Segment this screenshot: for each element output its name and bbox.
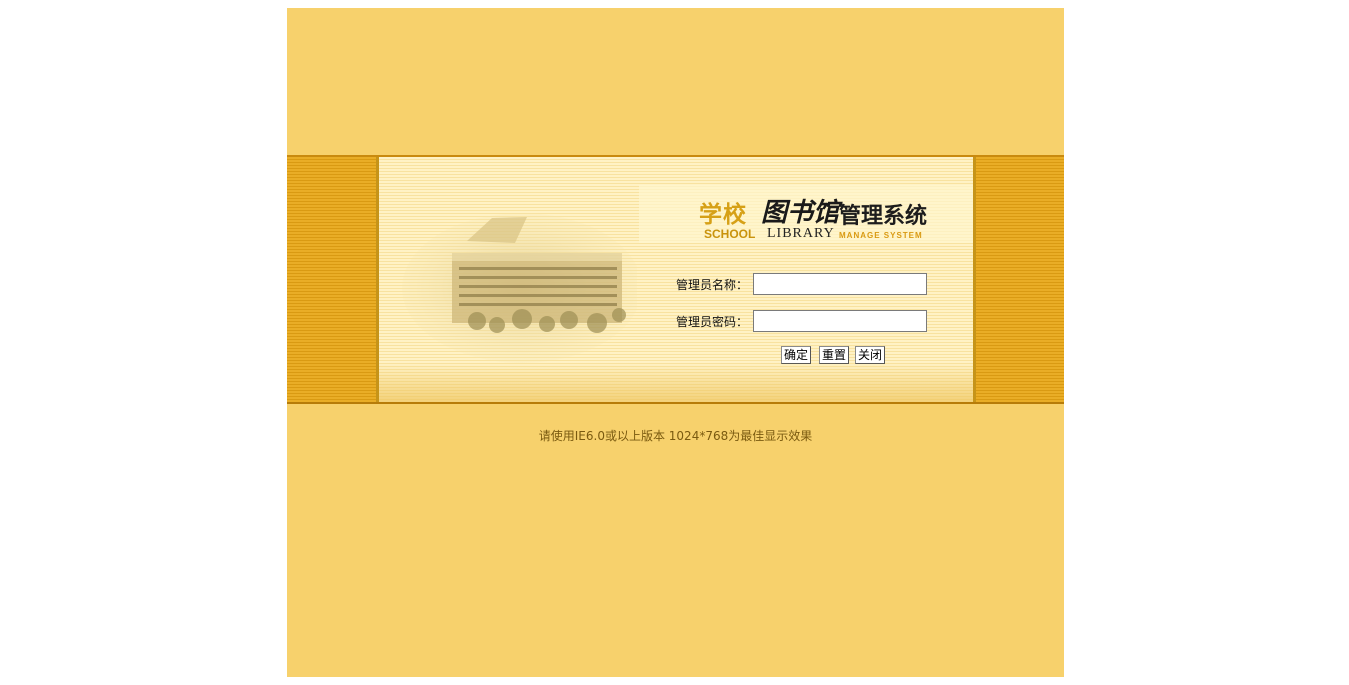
username-input[interactable] (753, 273, 927, 295)
school-title-en: SCHOOL (704, 227, 756, 241)
school-title-cn: 学校 (699, 202, 747, 228)
library-title-cn: 图书馆 (761, 198, 840, 228)
panel-bottom-fade (379, 362, 973, 402)
password-label: 管理员密码： (676, 315, 749, 329)
password-input[interactable] (753, 310, 927, 332)
login-page: 学校 SCHOOL 图书馆 LIBRARY 管理系统 MANAGE SYSTEM… (287, 8, 1064, 677)
login-panel: 学校 SCHOOL 图书馆 LIBRARY 管理系统 MANAGE SYSTEM… (376, 157, 976, 402)
username-label: 管理员名称： (676, 278, 749, 292)
manage-system-title-en: MANAGE SYSTEM (839, 231, 923, 240)
manage-system-title-cn: 管理系统 (839, 204, 928, 229)
browser-notice: 请使用IE6.0或以上版本 1024*768为最佳显示效果 (538, 429, 813, 443)
library-building-illustration (402, 213, 637, 363)
login-band: 学校 SCHOOL 图书馆 LIBRARY 管理系统 MANAGE SYSTEM… (287, 155, 1064, 404)
library-title-en: LIBRARY (767, 226, 835, 241)
